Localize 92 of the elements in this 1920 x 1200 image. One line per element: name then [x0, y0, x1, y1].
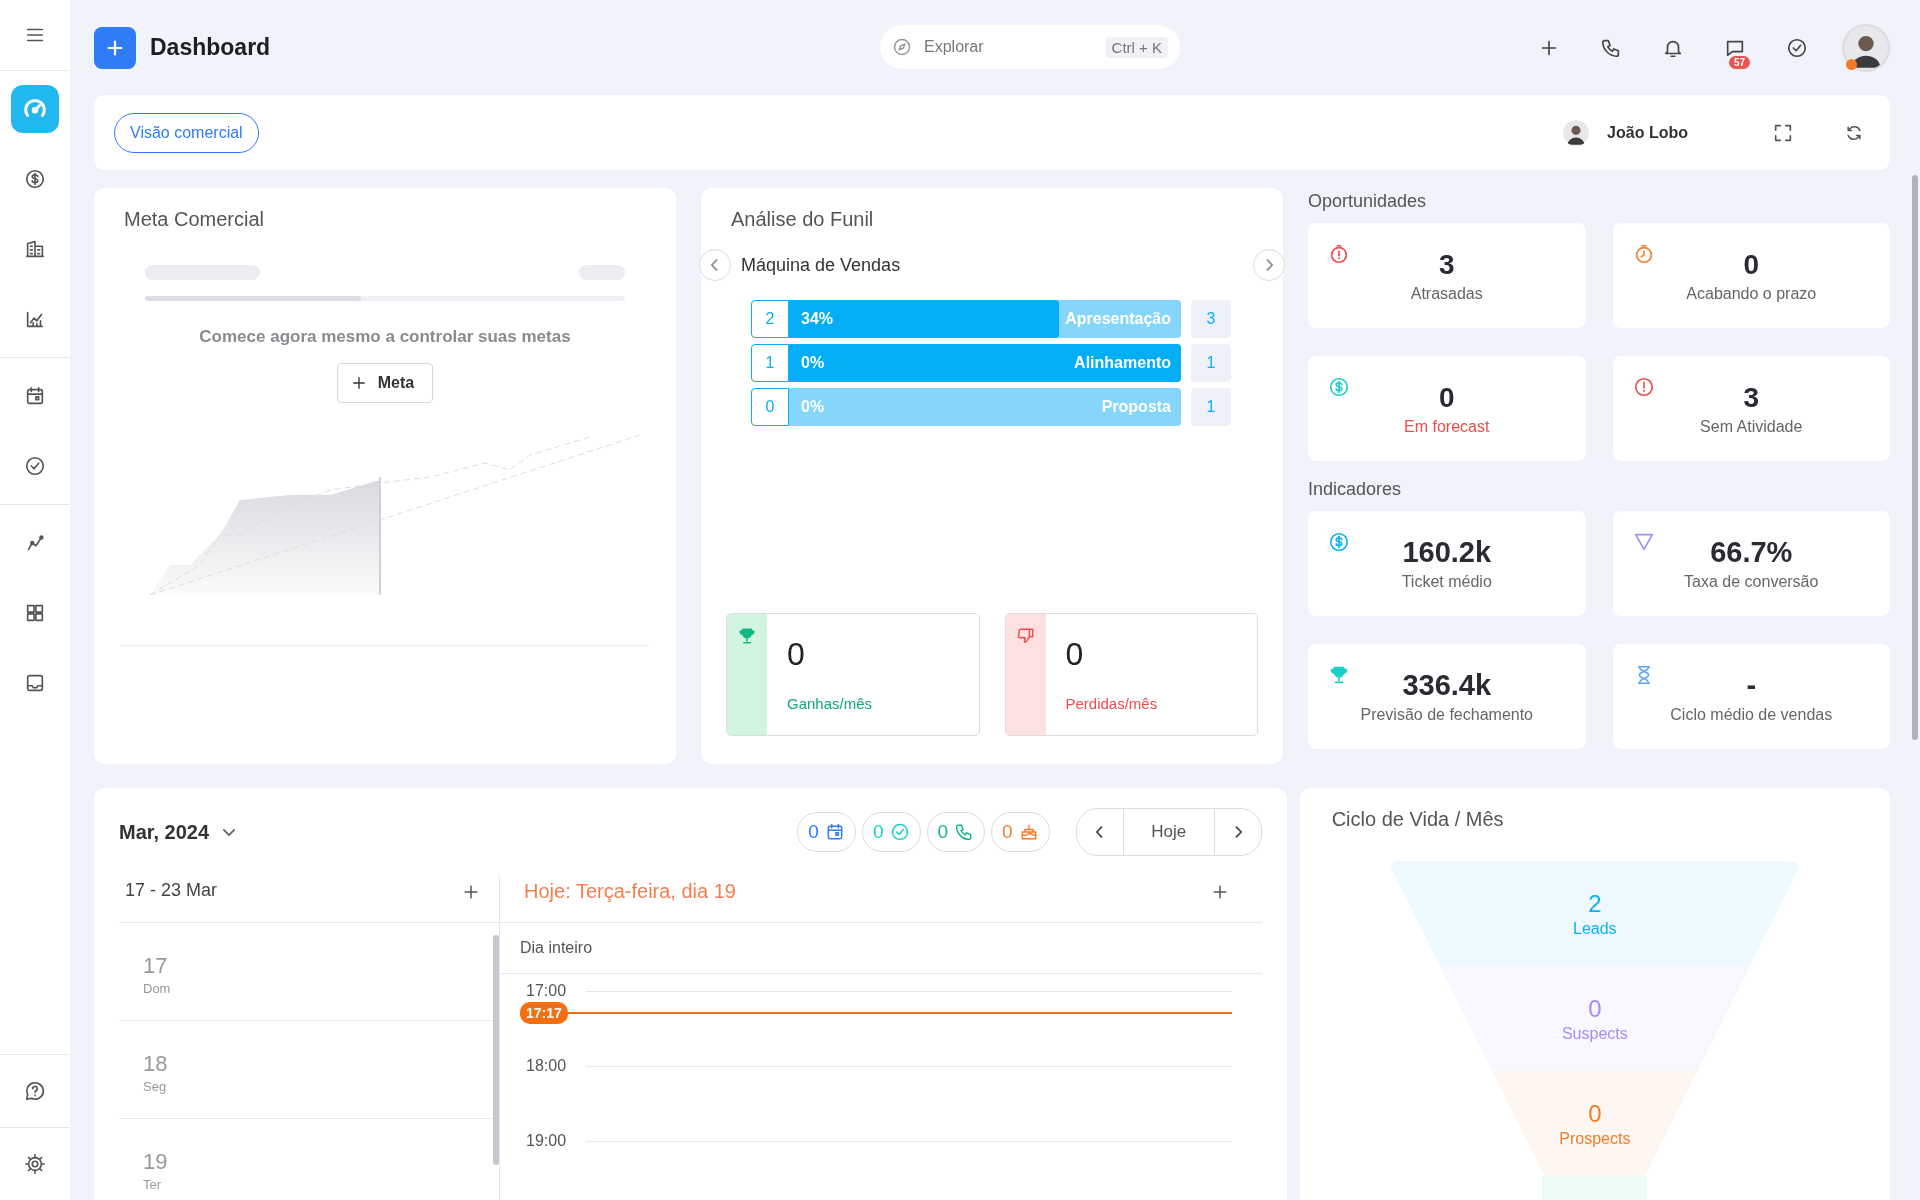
current-time-badge: 17:17	[520, 1002, 568, 1024]
stage-value: 0	[1588, 994, 1602, 1023]
stat-label: Sem Atividade	[1700, 417, 1803, 436]
shortcut-hint: Ctrl + K	[1105, 36, 1168, 58]
month-dropdown[interactable]: Mar, 2024	[119, 820, 236, 844]
stat-card[interactable]: 160.2k Ticket médio	[1308, 511, 1586, 616]
stat-card[interactable]: - Ciclo médio de vendas	[1612, 644, 1890, 749]
stat-value: 336.4k	[1402, 669, 1492, 702]
weekday: Ter	[143, 1177, 162, 1192]
stat-card[interactable]: 0 Acabando o prazo	[1612, 223, 1890, 328]
stage-count: 0	[751, 388, 789, 426]
stat-value: 66.7%	[1710, 536, 1793, 569]
user-avatar[interactable]	[1842, 23, 1890, 72]
stat-card[interactable]: 3 Sem Atividade	[1612, 356, 1890, 461]
scrollbar[interactable]	[493, 935, 499, 1165]
stage-total: 3	[1191, 300, 1231, 338]
result-value: 0	[1065, 636, 1085, 673]
stat-value: 0	[1743, 248, 1760, 281]
stat-label: Em forecast	[1404, 417, 1490, 436]
stage-label: Suspects	[1561, 1024, 1628, 1043]
page-title: Dashboard	[150, 34, 271, 61]
stat-card[interactable]: 66.7% Taxa de conversão	[1612, 511, 1890, 616]
card-title: Meta Comercial	[123, 207, 266, 231]
section-title: Oportunidades	[1308, 190, 1428, 213]
user-name: João Lobo	[1607, 123, 1688, 142]
chevron-right-icon	[1233, 826, 1242, 838]
card-title: Análise do Funil	[730, 207, 875, 231]
chevron-down-icon	[223, 828, 236, 836]
status-dot	[1846, 58, 1857, 70]
settings-icon	[24, 1153, 46, 1175]
stage-value: 0	[1588, 1099, 1602, 1128]
inbox-icon	[24, 672, 46, 694]
add-goal-button[interactable]: Meta	[336, 363, 434, 403]
check-circle-icon	[889, 822, 910, 842]
stat-label: Previsão de fechamento	[1360, 706, 1533, 724]
empty-message: Comece agora mesmo a controlar suas metas	[199, 327, 571, 347]
compass-icon	[892, 37, 912, 57]
card-title: Ciclo de Vida / Mês	[1330, 807, 1505, 831]
week-range: 17 - 23 Mar	[124, 879, 218, 901]
building-icon	[24, 238, 46, 260]
section-title: Indicadores	[1308, 478, 1403, 501]
hour-label: 18:00	[526, 1057, 567, 1075]
trophy-icon	[737, 626, 757, 646]
day-number: 19	[143, 1149, 168, 1175]
stage-label: Leads	[1573, 919, 1617, 938]
search-bar[interactable]: Explorar Ctrl + K	[880, 25, 1180, 69]
help-icon	[24, 1080, 46, 1102]
result-label: Perdidas/mês	[1065, 695, 1158, 712]
stat-label: Atrasadas	[1410, 284, 1483, 303]
day-number: 17	[143, 953, 168, 979]
stat-value: 0	[1438, 381, 1455, 414]
stat-card[interactable]: 3 Atrasadas	[1308, 223, 1586, 328]
stat-value: 160.2k	[1402, 536, 1492, 569]
scrollbar[interactable]	[1912, 175, 1918, 740]
widgets-icon	[24, 602, 46, 624]
hour-label: 19:00	[526, 1132, 567, 1150]
weekday: Dom	[143, 981, 171, 996]
stage-label: Prospects	[1559, 1129, 1631, 1148]
chevron-left-icon	[711, 259, 719, 271]
hour-label: 17:00	[526, 982, 567, 1000]
dollar-icon	[24, 168, 46, 190]
stage-count: 1	[751, 344, 789, 382]
calendar-icon	[24, 385, 46, 407]
stage-count: 2	[751, 300, 789, 338]
search-input[interactable]: Explorar	[922, 37, 1096, 57]
stat-label: Acabando o prazo	[1686, 284, 1817, 303]
stat-label: Ciclo médio de vendas	[1670, 706, 1833, 724]
check-circle-icon	[24, 455, 46, 477]
result-value: 0	[787, 636, 806, 673]
chevron-right-icon	[1265, 259, 1273, 271]
stat-value: 3	[1743, 381, 1760, 414]
stat-value: -	[1746, 669, 1757, 702]
pipeline-name: Máquina de Vendas	[740, 254, 902, 276]
result-label: Ganhas/mês	[787, 695, 873, 712]
all-day-label: Dia inteiro	[500, 923, 1262, 974]
stat-label: Taxa de conversão	[1684, 573, 1819, 591]
day-title: Hoje: Terça-feira, dia 19	[524, 879, 736, 903]
stage-total: 1	[1191, 388, 1231, 426]
user-avatar	[1563, 119, 1590, 146]
stat-card[interactable]: 336.4k Previsão de fechamento	[1308, 644, 1586, 749]
stage-value: 2	[1588, 889, 1602, 918]
weekday: Seg	[143, 1079, 167, 1094]
stat-label: Ticket médio	[1401, 573, 1492, 591]
stat-card[interactable]: 0 Em forecast	[1308, 356, 1586, 461]
thumbs-down-icon	[1015, 626, 1036, 646]
check-circle-icon	[1786, 36, 1808, 59]
add-button[interactable]	[94, 26, 136, 69]
stage-total: 1	[1191, 344, 1231, 382]
stat-value: 3	[1438, 248, 1455, 281]
day-number: 18	[143, 1051, 168, 1077]
chevron-left-icon	[1095, 826, 1104, 838]
notification-badge: 57	[1728, 55, 1750, 69]
